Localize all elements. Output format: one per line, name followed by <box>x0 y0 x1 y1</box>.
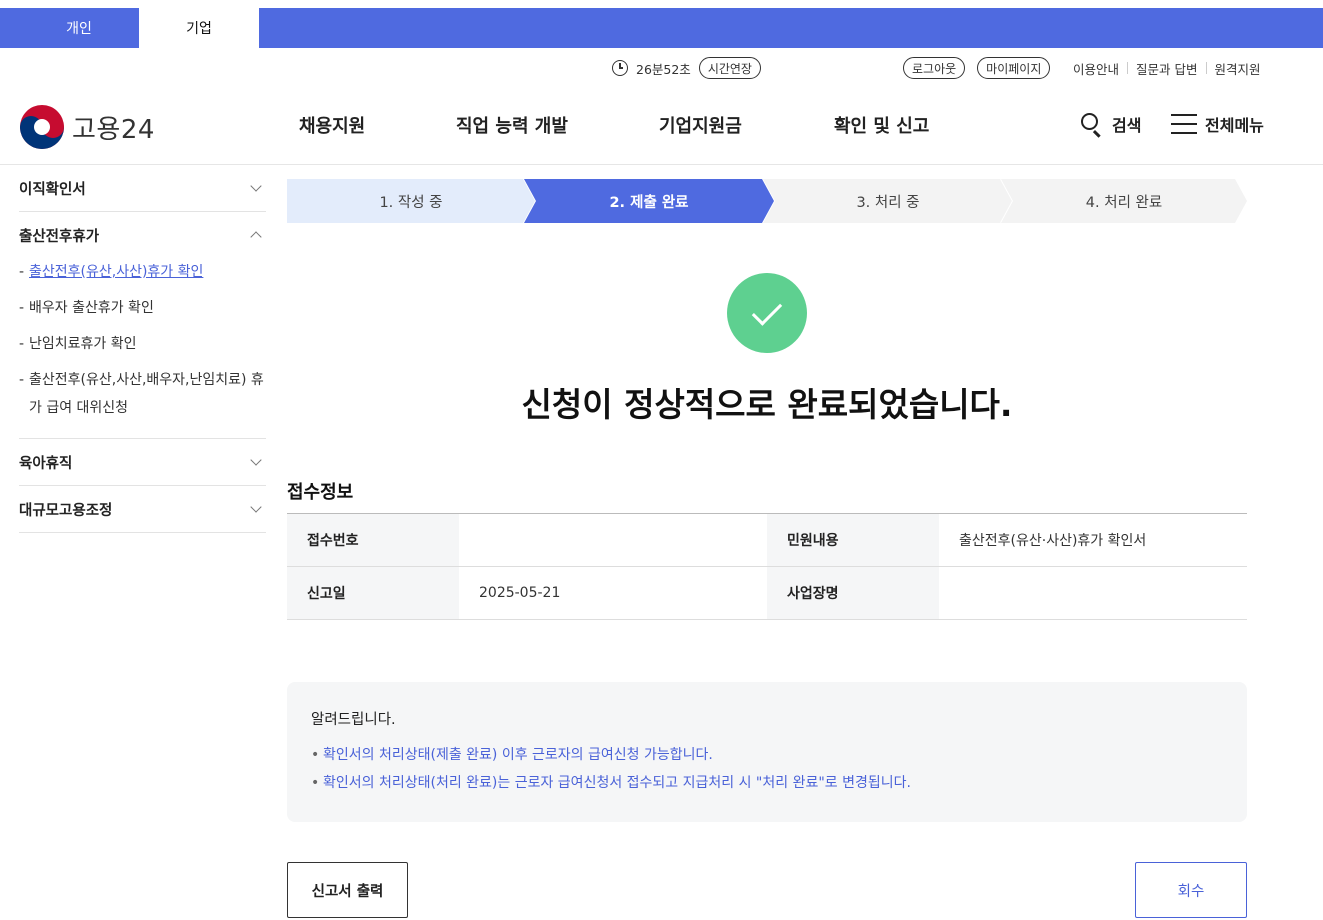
search-label: 검색 <box>1112 116 1142 135</box>
taegeuk-logo-icon <box>20 105 64 149</box>
site-logo[interactable]: 고용24 <box>20 105 155 149</box>
step-processing: 3. 처리 중 <box>763 179 1013 223</box>
all-menu-button[interactable]: 전체메뉴 <box>1171 112 1264 136</box>
report-date-label: 신고일 <box>287 567 459 619</box>
nav-confirm-report[interactable]: 확인 및 신고 <box>834 112 929 138</box>
petition-content-value: 출산전후(유산·사산)휴가 확인서 <box>959 533 1147 549</box>
receipt-number-value <box>459 514 767 566</box>
sidebar-subitem-infertility-confirm[interactable]: - 난임치료휴가 확인 <box>19 330 266 358</box>
notice-box: 알려드립니다. • 확인서의 처리상태(제출 완료) 이후 근로자의 급여신청 … <box>287 682 1247 822</box>
step-complete: 4. 처리 완료 <box>1001 179 1247 223</box>
hamburger-icon <box>1171 114 1197 134</box>
progress-stepper: 1. 작성 중 2. 제출 완료 3. 처리 중 4. 처리 완료 <box>287 179 1247 223</box>
logout-button[interactable]: 로그아웃 <box>903 57 966 79</box>
chevron-down-icon <box>250 180 262 192</box>
sidebar-item-mass-layoff[interactable]: 대규모고용조정 <box>19 486 266 532</box>
chevron-down-icon <box>250 454 262 466</box>
success-check-icon <box>727 273 807 353</box>
extend-time-button[interactable]: 시간연장 <box>698 57 761 79</box>
workplace-name-value <box>939 567 1247 619</box>
audience-tab-bar: 개인 기업 <box>0 8 1323 48</box>
sidebar-group-separation-certificate: 이직확인서 <box>19 165 266 212</box>
withdraw-button[interactable]: 회수 <box>1135 862 1247 918</box>
sidebar: 이직확인서 출산전후휴가 - 출산전후(유산,사산)휴가 확인 - 배우자 출산… <box>19 165 266 533</box>
link-remote-support[interactable]: 원격지원 <box>1215 59 1261 78</box>
table-row: 신고일 2025-05-21 사업장명 <box>287 567 1247 620</box>
petition-content-label: 민원내용 <box>767 514 939 566</box>
nav-vocational-training[interactable]: 직업 능력 개발 <box>456 112 568 138</box>
utility-links: 이용안내 질문과 답변 원격지원 <box>1073 56 1261 80</box>
sidebar-item-maternity-leave[interactable]: 출산전후휴가 <box>19 212 266 258</box>
session-timer: 26분52초 시간연장 <box>612 56 761 80</box>
sidebar-group-maternity-leave: 출산전후휴가 - 출산전후(유산,사산)휴가 확인 - 배우자 출산휴가 확인 … <box>19 212 266 439</box>
receipt-section-title: 접수정보 <box>287 482 354 503</box>
report-date-value: 2025-05-21 <box>479 585 561 601</box>
tab-company[interactable]: 기업 <box>139 8 259 48</box>
logo-text: 고용24 <box>72 114 155 145</box>
sidebar-subitem-subrogation-request[interactable]: - 출산전후(유산,사산,배우자,난임치료) 휴가 급여 대위신청 <box>19 366 266 422</box>
success-message: 신청이 정상적으로 완료되었습니다. <box>521 385 1013 424</box>
list-item: • 확인서의 처리상태(제출 완료) 이후 근로자의 급여신청 가능합니다. <box>311 747 713 763</box>
receipt-number-label: 접수번호 <box>287 514 459 566</box>
table-row: 접수번호 민원내용 출산전후(유산·사산)휴가 확인서 <box>287 514 1247 567</box>
chevron-up-icon <box>250 231 262 243</box>
sidebar-submenu: - 출산전후(유산,사산)휴가 확인 - 배우자 출산휴가 확인 - 난임치료휴… <box>19 258 266 438</box>
sidebar-item-parental-leave[interactable]: 육아휴직 <box>19 439 266 485</box>
timer-value: 26분52초 <box>636 61 691 77</box>
search-button[interactable]: 검색 <box>1080 112 1142 138</box>
chevron-down-icon <box>250 501 262 513</box>
link-qna[interactable]: 질문과 답변 <box>1136 59 1197 78</box>
notice-title: 알려드립니다. <box>311 712 396 728</box>
clock-icon <box>612 60 628 76</box>
divider <box>1205 62 1207 74</box>
search-icon <box>1080 112 1104 138</box>
workplace-name-label: 사업장명 <box>767 567 939 619</box>
link-guide[interactable]: 이용안내 <box>1073 59 1119 78</box>
list-item: • 확인서의 처리상태(처리 완료)는 근로자 급여신청서 접수되고 지급처리 … <box>311 775 911 791</box>
step-drafting: 1. 작성 중 <box>287 179 535 223</box>
auth-links: 로그아웃 마이페이지 <box>903 56 1051 80</box>
print-report-button[interactable]: 신고서 출력 <box>287 862 408 918</box>
sidebar-item-separation-certificate[interactable]: 이직확인서 <box>19 165 266 211</box>
step-submitted: 2. 제출 완료 <box>524 179 774 223</box>
tab-personal[interactable]: 개인 <box>19 8 139 48</box>
sidebar-group-mass-layoff: 대규모고용조정 <box>19 486 266 533</box>
sidebar-subitem-maternity-confirm[interactable]: - 출산전후(유산,사산)휴가 확인 <box>19 258 266 286</box>
sidebar-subitem-paternity-confirm[interactable]: - 배우자 출산휴가 확인 <box>19 294 266 322</box>
mypage-button[interactable]: 마이페이지 <box>977 57 1051 79</box>
all-menu-label: 전체메뉴 <box>1205 116 1264 135</box>
nav-company-subsidy[interactable]: 기업지원금 <box>659 112 742 138</box>
receipt-info-table: 접수번호 민원내용 출산전후(유산·사산)휴가 확인서 신고일 2025-05-… <box>287 513 1247 620</box>
nav-employment-support[interactable]: 채용지원 <box>299 112 365 138</box>
sidebar-group-parental-leave: 육아휴직 <box>19 439 266 486</box>
divider <box>1127 62 1129 74</box>
